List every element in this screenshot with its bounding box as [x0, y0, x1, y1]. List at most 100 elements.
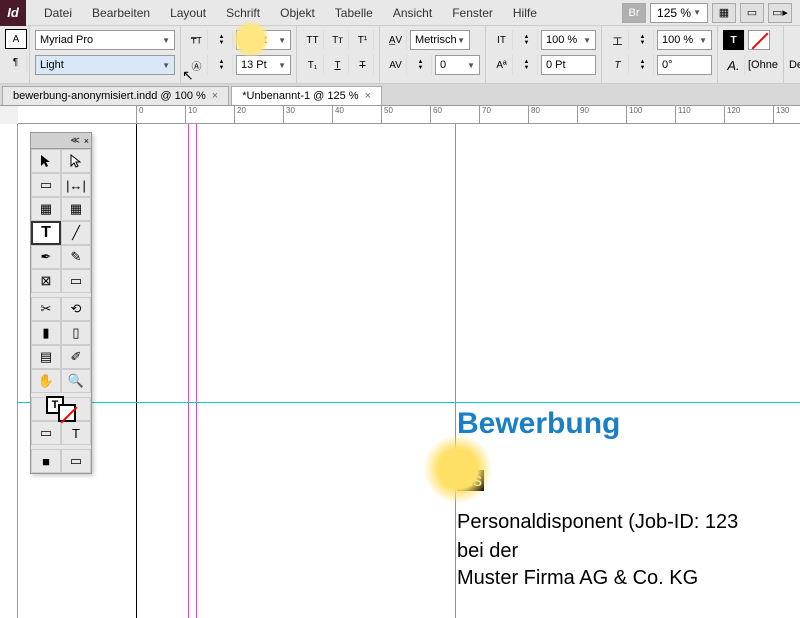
screen-mode-button[interactable]: ▭ — [740, 3, 764, 23]
leading-stepper[interactable]: ▲▼ — [211, 55, 233, 75]
body-text[interactable]: Personaldisponent (Job-ID: 123 — [457, 511, 738, 534]
close-icon[interactable]: × — [212, 90, 218, 102]
tab-label: bewerbung-anonymisiert.indd @ 100 % — [13, 90, 206, 102]
vertical-ruler[interactable] — [0, 124, 18, 618]
fill-stroke-swap[interactable]: T — [31, 397, 91, 421]
view-options-button[interactable]: ▦ — [712, 3, 736, 23]
rectangle-tool[interactable]: ▭ — [61, 269, 91, 293]
content-collector-tool[interactable]: ▦ — [31, 197, 61, 221]
app-logo: Id — [0, 0, 26, 26]
textframe-edge — [455, 402, 800, 403]
close-icon[interactable]: × — [365, 90, 371, 102]
superscript-button[interactable]: T¹ — [352, 30, 374, 50]
font-size-combo[interactable]: 14 Pt ▼ — [236, 30, 291, 50]
workspace: Bewerbung als Personaldisponent (Job-ID:… — [0, 124, 800, 618]
hscale-stepper[interactable]: ▲▼ — [632, 30, 654, 50]
font-size-stepper[interactable]: ▲▼ — [211, 30, 233, 50]
ruler-tick: 130 — [773, 106, 789, 123]
pencil-tool[interactable]: ✎ — [61, 245, 91, 269]
direct-selection-tool[interactable] — [61, 149, 91, 173]
vscale-value: 100 % — [546, 34, 577, 46]
close-icon[interactable]: × — [84, 136, 89, 146]
baseline-stepper[interactable]: ▲▼ — [516, 55, 538, 75]
headline-text[interactable]: Bewerbung — [457, 407, 620, 441]
menu-object[interactable]: Objekt — [270, 2, 325, 24]
menu-file[interactable]: Datei — [34, 2, 82, 24]
bridge-button[interactable]: Br — [622, 3, 646, 23]
selection-tool[interactable] — [31, 149, 61, 173]
menu-help[interactable]: Hilfe — [503, 2, 547, 24]
ruler-tick: 80 — [528, 106, 540, 123]
fill-none-icon[interactable] — [748, 30, 770, 50]
hand-tool[interactable]: ✋ — [31, 369, 61, 393]
font-family-combo[interactable]: Myriad Pro ▼ — [35, 30, 175, 50]
kerning-combo[interactable]: Metrisch ▼ — [410, 30, 470, 50]
language-value: Deuts — [789, 59, 800, 71]
menu-window[interactable]: Fenster — [442, 2, 503, 24]
apply-color-button[interactable]: ■ — [31, 449, 61, 473]
zoom-tool[interactable]: 🔍 — [61, 369, 91, 393]
page-tool[interactable]: ▭ — [31, 173, 61, 197]
ruler-tick: 40 — [332, 106, 344, 123]
font-style-value: Light — [40, 59, 64, 71]
scissors-tool[interactable]: ✂ — [31, 297, 61, 321]
ruler-tick: 70 — [479, 106, 491, 123]
note-tool[interactable]: ▤ — [31, 345, 61, 369]
skew-combo[interactable]: 0° — [657, 55, 712, 75]
menu-table[interactable]: Tabelle — [325, 2, 383, 24]
eyedropper-tool[interactable]: ✐ — [61, 345, 91, 369]
collapse-icon[interactable]: ≪ — [70, 135, 79, 146]
formatting-container-button[interactable]: ▭ — [31, 421, 61, 445]
smallcaps-button[interactable]: Tᴛ — [327, 30, 349, 50]
ruler-tick: 100 — [626, 106, 642, 123]
menu-type[interactable]: Schrift — [216, 2, 270, 24]
rectangle-frame-tool[interactable]: ⊠ — [31, 269, 61, 293]
vertical-guide[interactable] — [455, 124, 456, 618]
gradient-feather-tool[interactable]: ▯ — [61, 321, 91, 345]
font-size-icon: ₸T — [186, 30, 208, 50]
menu-view[interactable]: Ansicht — [383, 2, 442, 24]
pen-tool[interactable]: ✒ — [31, 245, 61, 269]
baseline-combo[interactable]: 0 Pt — [541, 55, 596, 75]
arrange-button[interactable]: ▭▸ — [768, 3, 792, 23]
gap-tool[interactable]: |↔| — [61, 173, 91, 197]
zoom-level[interactable]: 125 % ▼ — [650, 3, 708, 23]
allcaps-button[interactable]: TT — [302, 30, 324, 50]
ruler-tick: 30 — [283, 106, 295, 123]
body-text[interactable]: Muster Firma AG & Co. KG — [457, 567, 698, 590]
char-style-value: [Ohne — [748, 59, 778, 71]
chevron-down-icon: ▼ — [457, 36, 465, 45]
strikethrough-button[interactable]: T — [352, 55, 374, 75]
menu-edit[interactable]: Bearbeiten — [82, 2, 160, 24]
leading-combo[interactable]: 13 Pt ▼ — [236, 55, 291, 75]
line-tool[interactable]: ╱ — [61, 221, 91, 245]
screen-mode-button[interactable]: ▭ — [61, 449, 91, 473]
skew-stepper[interactable]: ▲▼ — [632, 55, 654, 75]
tracking-combo[interactable]: 0 ▼ — [435, 55, 480, 75]
gradient-swatch-tool[interactable]: ▮ — [31, 321, 61, 345]
underline-button[interactable]: T — [327, 55, 349, 75]
font-style-combo[interactable]: Light ▼ — [35, 55, 175, 75]
chevron-down-icon: ▼ — [583, 36, 591, 45]
toolbox-header[interactable]: ≪ × — [31, 133, 91, 149]
paragraph-mode-button[interactable]: ¶ — [5, 52, 27, 72]
chevron-down-icon: ▼ — [162, 61, 170, 70]
body-text[interactable]: bei der — [457, 540, 518, 563]
hscale-combo[interactable]: 100 % ▼ — [657, 30, 712, 50]
free-transform-tool[interactable]: ⟲ — [61, 297, 91, 321]
menubar-right: Br 125 % ▼ ▦ ▭ ▭▸ — [622, 3, 800, 23]
menu-layout[interactable]: Layout — [160, 2, 216, 24]
formatting-text-button[interactable]: T — [61, 421, 91, 445]
content-placer-tool[interactable]: ▦ — [61, 197, 91, 221]
document-tab[interactable]: *Unbenannt-1 @ 125 % × — [231, 86, 382, 105]
subscript-button[interactable]: T₁ — [302, 55, 324, 75]
canvas[interactable]: Bewerbung als Personaldisponent (Job-ID:… — [18, 124, 800, 618]
document-tab[interactable]: bewerbung-anonymisiert.indd @ 100 % × — [2, 86, 229, 105]
baseline-value: 0 Pt — [546, 59, 566, 71]
tracking-stepper[interactable]: ▲▼ — [410, 55, 432, 75]
horizontal-ruler[interactable]: 0 10 20 30 40 50 60 70 80 90 100 110 120… — [18, 106, 800, 124]
character-mode-button[interactable]: A — [5, 29, 27, 49]
vscale-combo[interactable]: 100 % ▼ — [541, 30, 596, 50]
vscale-stepper[interactable]: ▲▼ — [516, 30, 538, 50]
type-tool[interactable]: T — [31, 221, 61, 245]
